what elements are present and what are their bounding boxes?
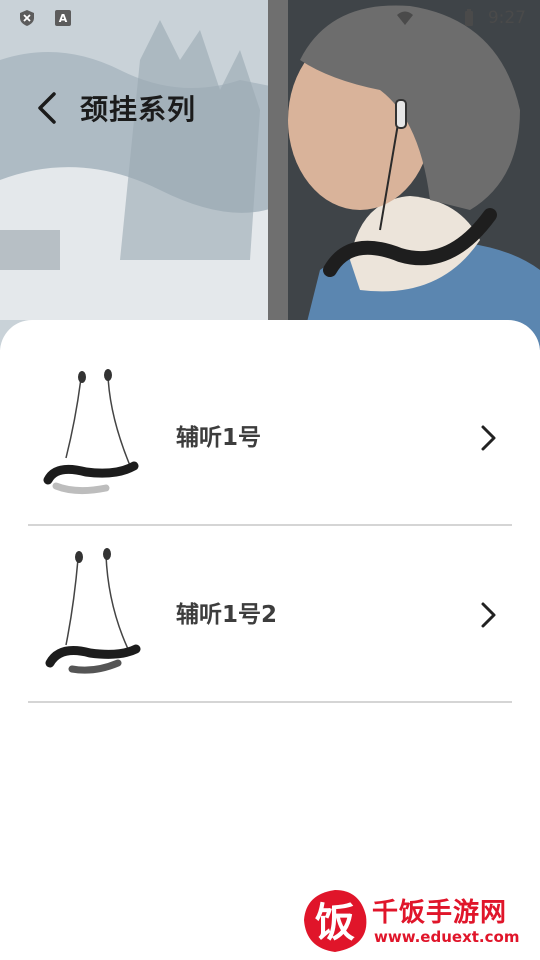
neckband-earphone-image — [43, 369, 139, 495]
watermark-name: 千饭手游网 — [372, 898, 508, 928]
page-title: 颈挂系列 — [80, 93, 197, 126]
divider — [28, 701, 512, 703]
list-item[interactable]: 辅听1号2 — [28, 527, 512, 703]
site-logo-icon: 饭 — [304, 890, 367, 952]
list-item-label: 辅听1号 — [176, 425, 262, 451]
watermark-logo: 饭 千饭手游网 www.eduext.com — [300, 886, 536, 956]
chevron-right-icon — [481, 425, 496, 451]
chevron-right-icon — [481, 602, 496, 628]
list-item-label: 辅听1号2 — [176, 602, 278, 628]
battery-icon — [465, 9, 473, 26]
neckband-earphone-image — [45, 548, 141, 674]
list-item[interactable]: 辅听1号 — [28, 350, 512, 526]
svg-text:饭: 饭 — [315, 900, 355, 946]
keyboard-a-icon: A — [55, 10, 71, 26]
product-list-panel: 辅听1号 辅听1号2 — [0, 320, 540, 960]
chevron-left-icon — [38, 92, 56, 124]
back-button[interactable] — [30, 88, 66, 128]
divider — [28, 524, 512, 526]
watermark-url: www.eduext.com — [374, 928, 520, 946]
status-time: 9:27 — [487, 8, 526, 28]
header-background-photo — [0, 0, 540, 350]
status-bar: A 9:27 — [0, 0, 540, 36]
shield-x-icon — [20, 10, 34, 26]
wifi-icon — [397, 11, 413, 25]
svg-text:A: A — [59, 12, 68, 25]
